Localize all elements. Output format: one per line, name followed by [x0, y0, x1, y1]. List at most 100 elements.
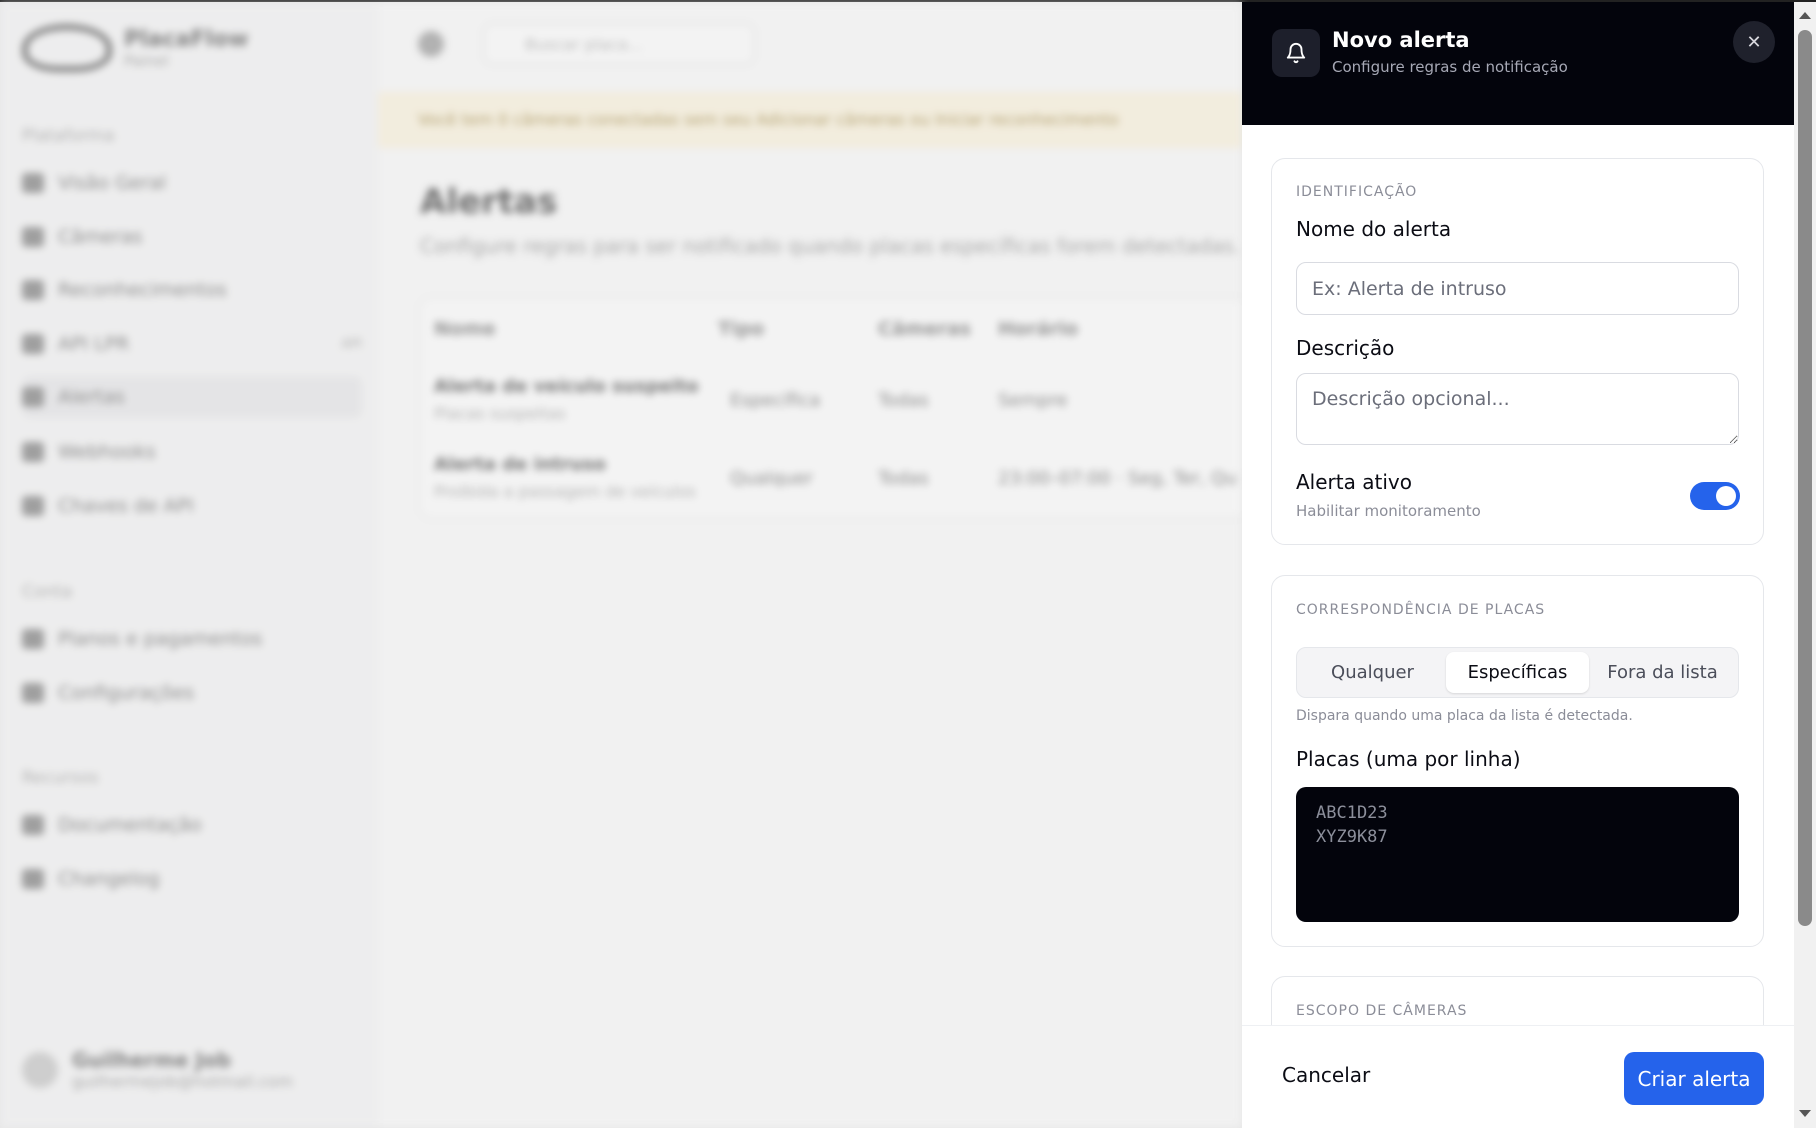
- bell-icon: [22, 387, 44, 407]
- close-icon: ✕: [1746, 31, 1762, 53]
- table-header: Nome: [434, 318, 496, 340]
- description-textarea[interactable]: [1296, 373, 1739, 445]
- description-label: Descrição: [1296, 336, 1395, 360]
- plate-matching-card: CORRESPONDÊNCIA DE PLACAS Qualquer Espec…: [1271, 575, 1764, 947]
- plates-textarea[interactable]: [1296, 787, 1739, 922]
- card-icon: [22, 629, 44, 649]
- sidebar-section-label: Plataforma: [22, 126, 115, 146]
- matching-mode-selector: Qualquer Específicas Fora da lista: [1296, 647, 1739, 698]
- table-cell-desc: Placas suspeitas: [434, 404, 566, 423]
- main-content: Buscar placa... Você tem 0 câmeras conec…: [378, 2, 1242, 1128]
- table-cell-schedule: 23:00–07:00 · Seg, Ter, Qu: [998, 468, 1237, 489]
- brand-sub: Painel: [124, 51, 169, 70]
- theme-toggle-icon[interactable]: [418, 31, 444, 57]
- matching-option-specific[interactable]: Específicas: [1446, 652, 1589, 693]
- camera-icon: [22, 227, 44, 247]
- sidebar-item-cameras[interactable]: Câmeras: [22, 226, 362, 248]
- table-cell-cameras: Todas: [878, 390, 929, 411]
- active-hint: Habilitar monitoramento: [1296, 502, 1481, 520]
- sidebar-item-docs[interactable]: Documentação: [22, 814, 362, 836]
- scroll-down-icon[interactable]: [1799, 1110, 1811, 1117]
- sidebar-item-changelog[interactable]: Changelog: [22, 868, 362, 890]
- table-cell-desc: Proibida a passagem de veículos: [434, 482, 696, 501]
- alert-name-input[interactable]: [1296, 262, 1739, 315]
- sidebar-item-settings[interactable]: Configurações: [22, 682, 362, 704]
- sidebar-item-label: Reconhecimentos: [58, 279, 227, 301]
- table-header: Horário: [998, 318, 1079, 340]
- sidebar-item-label: Configurações: [58, 682, 195, 704]
- book-icon: [22, 815, 44, 835]
- table-cell-type: Qualquer: [730, 468, 813, 489]
- sidebar-item-label: Planos e pagamentos: [58, 628, 263, 650]
- sidebar-item-api-lpr[interactable]: API LPR API: [22, 333, 362, 355]
- list-icon: [22, 869, 44, 889]
- sidebar-item-recognitions[interactable]: Reconhecimentos: [22, 279, 362, 301]
- new-alert-panel: Novo alerta Configure regras de notifica…: [1242, 2, 1794, 1128]
- table-cell-type: Específica: [730, 390, 821, 411]
- panel-body[interactable]: IDENTIFICAÇÃO Nome do alerta Descrição A…: [1242, 125, 1794, 1025]
- webhook-icon: [22, 442, 44, 462]
- avatar: [22, 1051, 58, 1088]
- sidebar-item-label: Webhooks: [58, 441, 156, 463]
- user-email: guilhermejob@hotmail.com: [72, 1072, 294, 1091]
- gear-icon: [22, 683, 44, 703]
- table-header: Câmeras: [878, 318, 971, 340]
- topbar: Buscar placa...: [418, 24, 754, 64]
- api-badge: API: [341, 336, 362, 352]
- scroll-up-icon[interactable]: [1799, 12, 1811, 19]
- sidebar-item-alerts[interactable]: Alertas: [22, 376, 362, 418]
- sidebar: PlacaFlow Painel Plataforma Visão Geral …: [0, 2, 378, 1128]
- sidebar-section-label: Recursos: [22, 768, 99, 788]
- sidebar-item-webhooks[interactable]: Webhooks: [22, 441, 362, 463]
- scrollbar[interactable]: [1794, 2, 1816, 1128]
- brand-logo: PlacaFlow Painel: [22, 24, 248, 72]
- panel-subtitle: Configure regras de notificação: [1332, 58, 1568, 76]
- user-menu[interactable]: Guilherme Job guilhermejob@hotmail.com: [22, 1048, 293, 1091]
- sidebar-item-label: API LPR: [58, 333, 130, 355]
- sidebar-item-billing[interactable]: Planos e pagamentos: [22, 628, 362, 650]
- active-label: Alerta ativo: [1296, 470, 1412, 494]
- key-icon: [22, 496, 44, 516]
- panel-title: Novo alerta: [1332, 28, 1470, 52]
- section-label: ESCOPO DE CÂMERAS: [1296, 1003, 1468, 1019]
- sidebar-item-label: Visão Geral: [58, 172, 167, 194]
- table-header: Tipo: [718, 318, 765, 340]
- sidebar-item-overview[interactable]: Visão Geral: [22, 172, 362, 194]
- toggle-knob: [1716, 486, 1736, 506]
- table-cell-name[interactable]: Alerta de intruso: [434, 454, 606, 475]
- close-button[interactable]: ✕: [1733, 21, 1775, 63]
- bell-icon: [1272, 29, 1320, 77]
- brand-name: PlacaFlow: [124, 26, 249, 52]
- table-cell-cameras: Todas: [878, 468, 929, 489]
- sidebar-item-api-keys[interactable]: Chaves de API: [22, 495, 362, 517]
- api-icon: [22, 334, 44, 354]
- table-cell-name[interactable]: Alerta de veículo suspeito: [434, 376, 698, 397]
- page-title: Alertas: [420, 182, 558, 222]
- warning-banner: Você tem 0 câmeras conectadas sem seu Ad…: [378, 92, 1242, 148]
- matching-option-outside-list[interactable]: Fora da lista: [1591, 652, 1734, 693]
- alert-name-label: Nome do alerta: [1296, 217, 1452, 241]
- sidebar-section-label: Conta: [22, 582, 73, 602]
- search-input[interactable]: Buscar placa...: [484, 24, 754, 64]
- create-alert-button[interactable]: Criar alerta: [1624, 1052, 1764, 1105]
- panel-footer: Cancelar Criar alerta: [1242, 1025, 1794, 1128]
- section-label: IDENTIFICAÇÃO: [1296, 184, 1418, 200]
- background-app: PlacaFlow Painel Plataforma Visão Geral …: [0, 2, 1242, 1128]
- logo-icon: [22, 24, 112, 72]
- sidebar-item-label: Câmeras: [58, 226, 143, 248]
- plates-label: Placas (uma por linha): [1296, 747, 1521, 771]
- matching-option-any[interactable]: Qualquer: [1301, 652, 1444, 693]
- sidebar-item-label: Chaves de API: [58, 495, 194, 517]
- sidebar-item-label: Alertas: [58, 386, 125, 408]
- cancel-button[interactable]: Cancelar: [1282, 1063, 1370, 1087]
- active-toggle[interactable]: [1690, 482, 1740, 510]
- sidebar-item-label: Changelog: [58, 868, 160, 890]
- scrollbar-thumb[interactable]: [1798, 30, 1812, 926]
- matching-hint: Dispara quando uma placa da lista é dete…: [1296, 708, 1633, 724]
- user-name: Guilherme Job: [72, 1048, 231, 1072]
- table-cell-schedule: Sempre: [998, 390, 1068, 411]
- grid-icon: [22, 173, 44, 193]
- page-subtitle: Configure regras para ser notificado qua…: [420, 234, 1241, 258]
- identification-card: IDENTIFICAÇÃO Nome do alerta Descrição A…: [1271, 158, 1764, 545]
- scan-icon: [22, 280, 44, 300]
